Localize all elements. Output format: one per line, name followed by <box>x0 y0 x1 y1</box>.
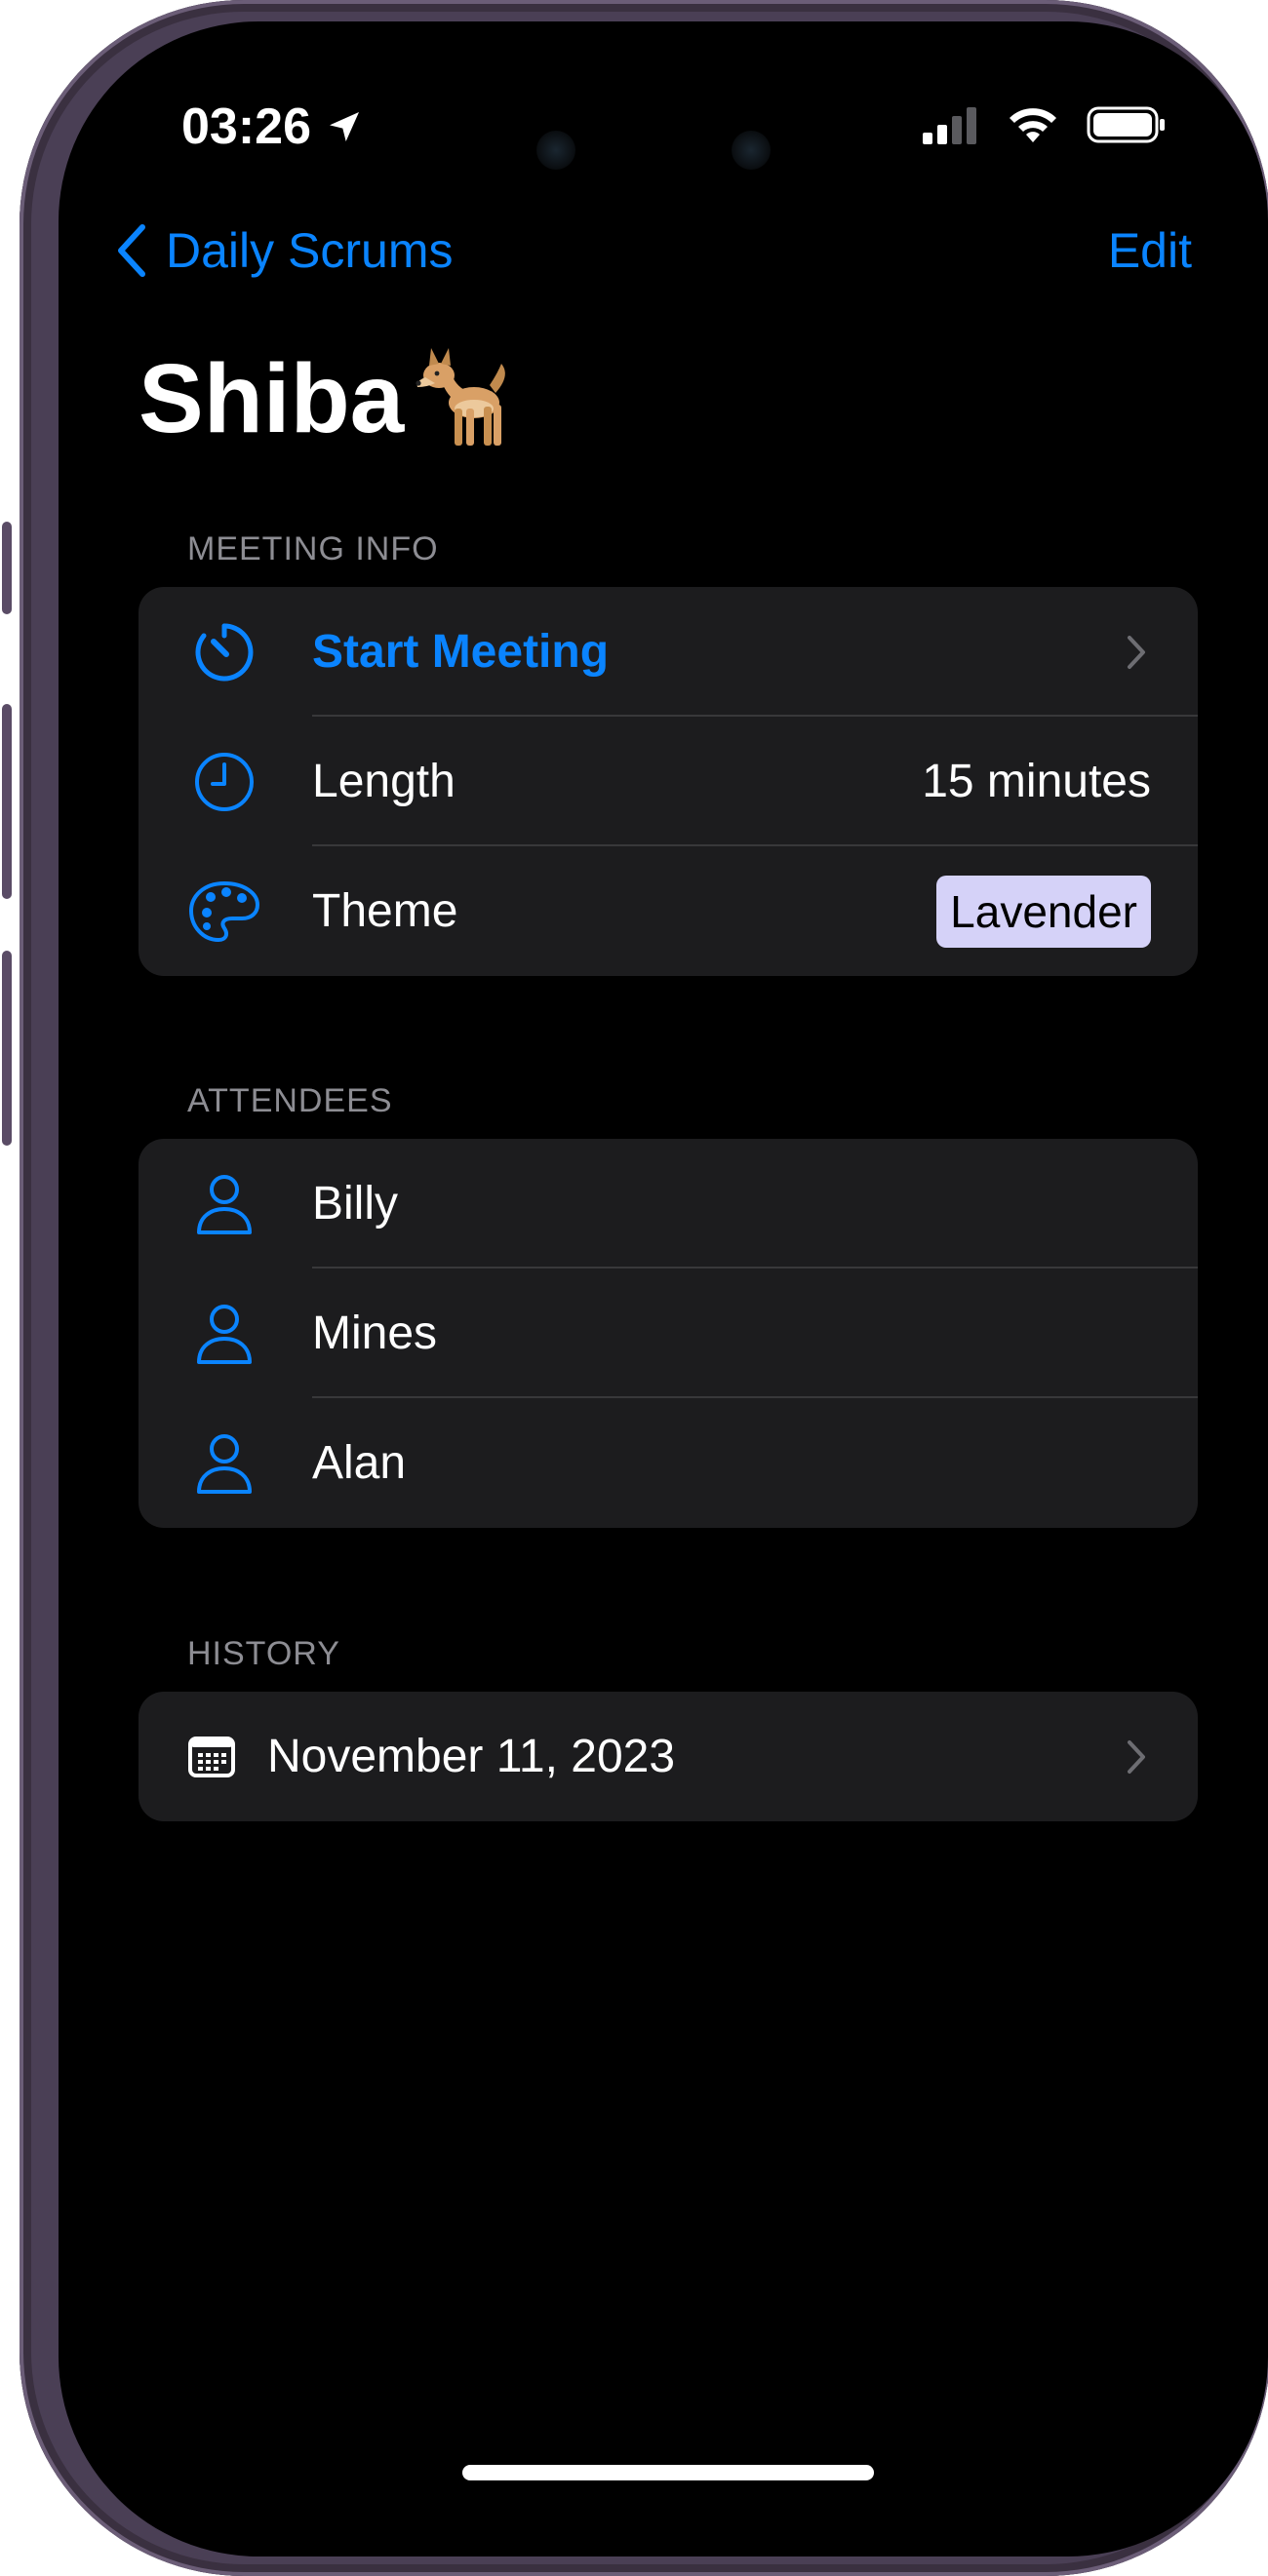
length-label: Length <box>312 756 456 807</box>
home-indicator[interactable] <box>462 2465 874 2480</box>
person-icon <box>187 1426 261 1501</box>
history-row[interactable]: November 11, 2023 <box>139 1692 1198 1821</box>
palette-icon <box>187 875 261 949</box>
meeting-info-group: Start Meeting Length 15 minutes Theme La… <box>139 587 1198 976</box>
face-id-sensor <box>732 131 771 170</box>
edit-button[interactable]: Edit <box>1108 222 1192 279</box>
screen: 03:26 Daily Scrums Edit Shiba MEETING IN… <box>59 21 1268 2556</box>
attendees-group: Billy Mines Alan <box>139 1139 1198 1528</box>
battery-icon <box>1087 106 1165 143</box>
page-title: Shiba 🐕 <box>139 343 515 455</box>
chevron-right-icon <box>1128 635 1145 669</box>
page-title-text: Shiba <box>139 344 405 453</box>
status-time-text: 03:26 <box>181 98 311 155</box>
chevron-left-icon <box>118 224 145 277</box>
attendee-row: Mines <box>139 1268 1198 1398</box>
dynamic-island <box>507 111 792 189</box>
wifi-icon <box>1010 108 1056 142</box>
history-group: November 11, 2023 <box>139 1692 1198 1821</box>
section-header-history: HISTORY <box>187 1635 340 1672</box>
start-meeting-label: Start Meeting <box>312 626 610 678</box>
location-arrow-icon <box>330 112 359 141</box>
attendee-name: Alan <box>312 1437 407 1489</box>
back-button-label: Daily Scrums <box>166 223 454 278</box>
phone-frame: 03:26 Daily Scrums Edit Shiba MEETING IN… <box>2 0 1268 2576</box>
status-right <box>921 105 1167 144</box>
section-header-meeting-info: MEETING INFO <box>187 530 439 567</box>
theme-badge: Lavender <box>936 875 1151 948</box>
chevron-right-icon <box>1128 1739 1145 1774</box>
history-date: November 11, 2023 <box>267 1731 676 1782</box>
cellular-signal-icon <box>923 107 976 144</box>
theme-label: Theme <box>312 885 458 937</box>
clock-icon <box>187 745 261 819</box>
action-button <box>2 522 12 614</box>
start-meeting-row[interactable]: Start Meeting <box>139 587 1198 717</box>
section-header-attendees: ATTENDEES <box>187 1082 393 1119</box>
attendee-name: Mines <box>312 1308 438 1359</box>
volume-up-button <box>2 704 12 899</box>
attendee-row: Billy <box>139 1139 1198 1268</box>
calendar-icon <box>187 1720 236 1794</box>
attendee-name: Billy <box>312 1178 399 1229</box>
front-camera <box>536 131 575 170</box>
person-icon <box>187 1297 261 1371</box>
theme-row: Theme Lavender <box>139 846 1198 976</box>
status-time: 03:26 <box>181 98 364 156</box>
length-value: 15 minutes <box>922 756 1151 807</box>
attendee-row: Alan <box>139 1398 1198 1528</box>
timer-icon <box>187 615 261 689</box>
length-row: Length 15 minutes <box>139 717 1198 846</box>
back-button[interactable]: Daily Scrums <box>115 222 453 279</box>
volume-down-button <box>2 951 12 1146</box>
dog-emoji-icon-graphic <box>416 347 506 446</box>
person-icon <box>187 1167 261 1241</box>
